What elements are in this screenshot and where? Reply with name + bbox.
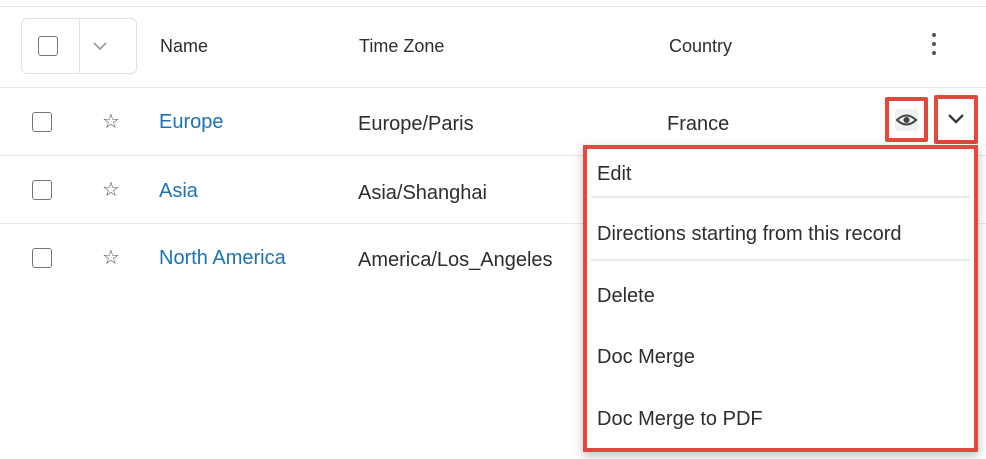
table-top-border — [0, 6, 986, 7]
row-actions-dropdown-button[interactable] — [934, 95, 978, 144]
favorite-star-icon[interactable]: ☆ — [102, 112, 120, 132]
row-checkbox[interactable] — [32, 112, 52, 132]
row-checkbox[interactable] — [32, 180, 52, 200]
country-cell: France — [667, 113, 730, 135]
record-name-link[interactable]: North America — [159, 247, 286, 270]
row-checkbox[interactable] — [32, 248, 52, 268]
menu-item-doc-merge-to-pdf[interactable]: Doc Merge to PDF — [597, 408, 763, 431]
record-name-link[interactable]: Asia — [159, 180, 198, 203]
record-name-link[interactable]: Europe — [159, 111, 224, 134]
select-all-checkbox[interactable] — [38, 36, 58, 56]
row-actions-menu: Edit Directions starting from this recor… — [583, 145, 978, 452]
mass-actions-chevron-icon[interactable] — [92, 39, 108, 53]
mass-select-group — [21, 18, 137, 74]
column-header-time-zone[interactable]: Time Zone — [359, 36, 444, 57]
menu-item-directions[interactable]: Directions starting from this record — [597, 223, 902, 246]
column-header-name[interactable]: Name — [160, 36, 208, 57]
header-bottom-border — [0, 87, 986, 88]
favorite-star-icon[interactable]: ☆ — [102, 248, 120, 268]
chevron-down-icon — [948, 114, 964, 124]
menu-item-doc-merge[interactable]: Doc Merge — [597, 346, 695, 369]
menu-item-delete[interactable]: Delete — [597, 285, 655, 308]
time-zone-cell: America/Los_Angeles — [358, 249, 553, 271]
preview-button[interactable] — [885, 97, 928, 142]
eye-icon — [895, 109, 918, 131]
menu-item-edit[interactable]: Edit — [597, 163, 631, 186]
mass-select-divider — [79, 19, 80, 73]
menu-separator — [591, 259, 970, 261]
column-header-country[interactable]: Country — [669, 36, 732, 57]
favorite-star-icon[interactable]: ☆ — [102, 180, 120, 200]
time-zone-cell: Asia/Shanghai — [358, 182, 487, 204]
column-options-kebab-icon[interactable] — [931, 33, 937, 59]
menu-separator — [591, 196, 970, 198]
time-zone-cell: Europe/Paris — [358, 113, 474, 135]
